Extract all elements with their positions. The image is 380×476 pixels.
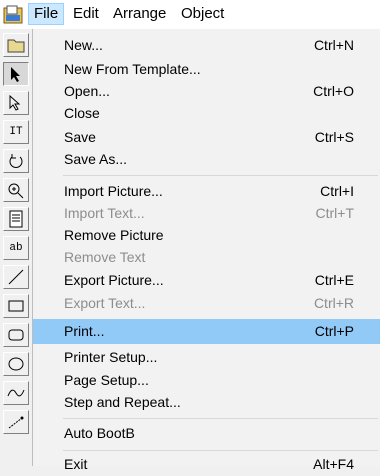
line-tool[interactable] (3, 265, 29, 289)
menu-item-export-text: Export Text... Ctrl+R (33, 291, 380, 315)
text-field-tool[interactable]: ab (3, 236, 29, 260)
page-icon (9, 210, 23, 228)
menu-item-printer-setup[interactable]: Printer Setup... (33, 345, 380, 369)
menu-item-remove-text: Remove Text (33, 245, 380, 269)
menu-separator (63, 418, 378, 419)
menu-item-label: New... (64, 37, 103, 53)
menu-item-new-from-template[interactable]: New From Template... (33, 57, 380, 81)
rounded-rectangle-tool[interactable] (3, 323, 29, 347)
menu-item-label: Close (64, 105, 100, 121)
menu-item-open[interactable]: Open... Ctrl+O (33, 79, 380, 103)
node-edit-tool[interactable] (3, 91, 29, 115)
menu-item-shortcut: Ctrl+S (314, 129, 354, 145)
menu-item-label: Exit (64, 456, 88, 472)
app-icon (3, 5, 25, 25)
menu-item-close[interactable]: Close (33, 101, 380, 125)
zoom-tool[interactable] (3, 178, 29, 202)
menu-object[interactable]: Object (176, 3, 229, 25)
menu-item-import-text: Import Text... Ctrl+T (33, 201, 380, 225)
menu-item-label: Print... (64, 323, 105, 339)
rounded-rectangle-icon (8, 329, 24, 341)
menu-item-label: Printer Setup... (64, 349, 158, 365)
menu-item-exit[interactable]: Exit Alt+F4 (33, 452, 380, 476)
menu-item-label: Export Text... (64, 295, 146, 311)
menu-item-label: Step and Repeat... (64, 394, 181, 410)
menu-item-auto-bootb[interactable]: Auto BootB (33, 421, 380, 445)
menu-item-import-picture[interactable]: Import Picture... Ctrl+I (33, 179, 380, 203)
rotate-icon (9, 154, 23, 168)
menu-item-shortcut: Ctrl+I (320, 183, 354, 199)
menu-item-shortcut: Ctrl+P (314, 323, 354, 339)
line-icon (8, 269, 24, 285)
menu-edit[interactable]: Edit (68, 3, 104, 25)
menu-bar: File Edit Arrange Object (0, 0, 380, 30)
tool-palette: IT ab (0, 29, 33, 466)
menu-item-shortcut: Ctrl+O (313, 83, 354, 99)
menu-arrange[interactable]: Arrange (108, 3, 171, 25)
menu-item-label: Export Picture... (64, 272, 164, 288)
menu-separator (63, 175, 378, 176)
menu-item-shortcut: Ctrl+R (313, 295, 354, 311)
menu-item-label: Auto BootB (64, 425, 135, 441)
menu-item-print[interactable]: Print... Ctrl+P (33, 319, 380, 344)
select-arrow-icon (11, 67, 20, 82)
curve-icon (7, 389, 25, 397)
menu-item-label: Remove Picture (64, 227, 164, 243)
menu-item-shortcut: Ctrl+T (315, 205, 355, 221)
menu-item-remove-picture[interactable]: Remove Picture (33, 223, 380, 247)
menu-item-save[interactable]: Save Ctrl+S (33, 125, 380, 149)
rotate-tool[interactable] (3, 149, 29, 173)
file-menu-dropdown: New... Ctrl+N New From Template... Open.… (32, 29, 380, 472)
menu-item-save-as[interactable]: Save As... (33, 147, 380, 171)
menu-item-shortcut: Ctrl+N (313, 37, 354, 53)
pen-icon (8, 416, 24, 429)
ellipse-icon (8, 357, 24, 371)
menu-item-label: Save As... (64, 151, 128, 167)
menu-item-label: Open... (64, 83, 110, 99)
open-icon (7, 39, 25, 53)
curve-tool[interactable] (3, 381, 29, 405)
text-field-icon: ab (9, 242, 23, 254)
menu-item-shortcut: Ctrl+E (314, 272, 354, 288)
menu-item-new[interactable]: New... Ctrl+N (33, 33, 380, 57)
menu-item-label: Import Text... (64, 205, 145, 221)
menu-item-label: Remove Text (64, 249, 146, 265)
ellipse-tool[interactable] (3, 352, 29, 376)
menu-item-label: New From Template... (64, 61, 201, 77)
page-tool[interactable] (3, 207, 29, 231)
open-tool[interactable] (3, 33, 29, 57)
menu-item-page-setup[interactable]: Page Setup... (33, 368, 380, 392)
rectangle-icon (8, 300, 24, 312)
menu-item-label: Import Picture... (64, 183, 163, 199)
menu-item-label: Page Setup... (64, 372, 149, 388)
pen-tool[interactable] (3, 410, 29, 434)
menu-file[interactable]: File (28, 3, 65, 25)
select-tool[interactable] (3, 62, 29, 86)
menu-item-shortcut: Alt+F4 (313, 456, 354, 472)
menu-item-step-and-repeat[interactable]: Step and Repeat... (33, 390, 380, 414)
text-tool-icon: IT (9, 126, 23, 138)
rectangle-tool[interactable] (3, 294, 29, 318)
text-tool[interactable]: IT (3, 120, 29, 144)
node-edit-icon (9, 94, 21, 111)
menu-item-label: Save (64, 129, 96, 145)
menu-item-export-picture[interactable]: Export Picture... Ctrl+E (33, 268, 380, 292)
zoom-icon (8, 183, 24, 199)
menu-separator (63, 450, 378, 451)
